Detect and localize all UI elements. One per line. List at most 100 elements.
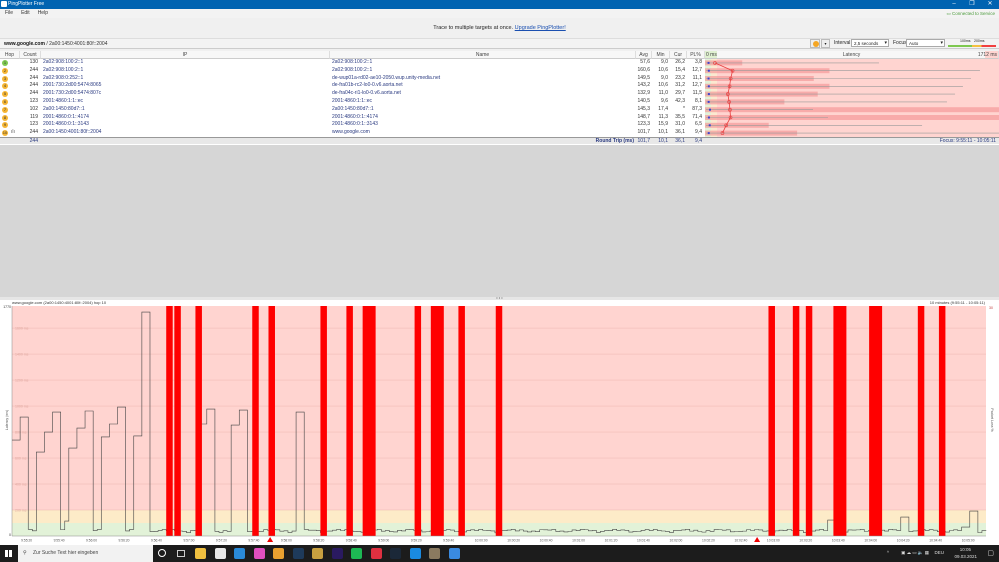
col-pl[interactable]: PL% [687,51,705,59]
chrome-icon[interactable] [273,548,284,559]
col-avg[interactable]: Avg [636,51,652,59]
cell-min: 10,1 [658,129,668,136]
packet-loss-bar [166,306,173,536]
hop-badge: 6 [2,99,8,105]
task-view-icon[interactable] [177,550,185,557]
cell-cur: 31,0 [675,121,685,128]
min-latency-marker [707,61,710,64]
app-logo-icon [1,1,7,7]
scale-100-label: 100ms [960,39,971,43]
x-tick-label: 9:59:40 [443,539,454,543]
min-latency-marker [707,69,710,72]
cell-name: 2a02:908:100:2::1 [332,66,373,73]
hop-badge: 5 [2,91,8,98]
x-tick-label: 10:00:00 [475,539,488,543]
menu-file[interactable]: File [5,10,13,16]
event-marker-icon [267,537,274,542]
x-tick-label: 10:05:00 [962,539,975,543]
cell-cur: 36,1 [675,129,685,136]
taskbar-search-input[interactable]: ⚲ Zur Suche Text hier eingeben [18,545,153,562]
col-count[interactable]: Count [20,51,41,59]
packet-loss-bar [768,306,775,536]
file-explorer-icon[interactable] [195,548,206,559]
cell-name: 2001:4860:0:1::4174 [332,113,378,120]
cell-min: 11,3 [658,113,668,120]
store-icon[interactable] [214,548,226,559]
maximize-button[interactable]: ❐ [963,0,981,9]
notification-icon[interactable]: ▢ [987,549,994,557]
x-tick-label: 9:56:00 [86,539,97,543]
col-ip[interactable]: IP [41,51,330,59]
gridline-label: 800 ms [15,431,27,435]
pause-button[interactable] [810,39,820,48]
cell-ip: 2001:730:2d00:5474:807c [43,90,102,97]
connection-status-text: Connected to Service [951,11,995,16]
language-indicator[interactable]: DEU [934,550,944,555]
col-name[interactable]: Name [330,51,636,59]
pause-icon [813,41,819,47]
x-tick-label: 10:02:20 [702,539,715,543]
latency-min-label: 0 ms [706,52,717,58]
gridline-label: 400 ms [15,483,27,487]
windows-start-icon[interactable] [5,550,12,557]
packet-loss-bar [495,306,503,536]
cell-name: www.google.com [332,129,370,136]
tray-icons[interactable]: ▣ ☁ ▭ 🔈 ▦ [901,550,929,556]
packet-loss-bar [362,306,376,536]
menu-edit[interactable]: Edit [21,10,30,16]
x-tick-label: 9:56:40 [151,539,162,543]
packet-loss-bar [195,306,202,536]
mail-icon[interactable] [234,548,245,559]
cell-avg: 160,6 [637,66,650,73]
col-min[interactable]: Min [652,51,670,59]
focus-select[interactable]: Auto [906,39,945,47]
clock-time[interactable]: 10:05 [960,547,971,552]
close-button[interactable]: ✕ [981,0,999,9]
target-address[interactable]: www.google.com / 2a00:1450:4001:80f::200… [4,39,108,49]
col-hop[interactable]: Hop [0,51,20,59]
packet-loss-bar [917,306,925,536]
graph-icon[interactable]: ılı [11,129,15,137]
upgrade-link[interactable]: Upgrade PingPlotter! [515,25,566,31]
cortana-icon[interactable] [158,549,166,557]
x-tick-label: 9:55:20 [21,539,32,543]
cell-name: 2a02:908:100:2::1 [332,59,373,65]
gridline-label: 600 ms [15,457,27,461]
hop-badge: 10 [2,130,8,137]
banner-text: Trace to multiple targets at once. [433,25,514,31]
cell-ip: 2a02:908:0:252::1 [43,74,84,81]
latency-scale-legend: 100ms 200ms [948,39,996,48]
teamviewer-icon[interactable] [409,548,421,559]
settings-app-icon[interactable] [429,548,440,559]
lightroom-icon[interactable] [292,548,304,559]
app-icon[interactable] [312,548,323,559]
pause-dropdown-button[interactable]: ▾ [821,39,830,48]
cell-count: 244 [29,129,38,136]
x-tick-label: 10:04:20 [897,539,910,543]
cell-ip: 2a00:1450:80d7::1 [43,105,85,112]
summary-pl: 9,4 [695,138,702,144]
cell-pl: 11,1 [692,74,702,81]
minimize-button[interactable]: – [945,0,963,9]
col-cur[interactable]: Cur [670,51,687,59]
x-tick-label: 9:57:00 [183,539,194,543]
photos-icon[interactable] [253,548,265,559]
cell-avg: 101,7 [637,129,650,136]
menu-help[interactable]: Help [38,10,48,16]
packet-loss-bar [320,306,327,536]
tray-chevron-icon[interactable]: ^ [887,550,889,555]
hop-badge: 2 [2,67,8,74]
bolt-icon[interactable] [370,548,382,559]
cell-pl: 12,7 [692,66,702,73]
min-latency-marker [707,85,710,88]
clock-date[interactable]: 09.03.2021 [954,554,977,559]
pingplotter-icon[interactable] [448,548,460,559]
cell-count: 123 [29,121,38,128]
interval-select[interactable]: 2,5 seconds [851,39,889,47]
cell-cur: * [683,105,685,112]
packet-loss-bar [833,306,847,536]
spotify-icon[interactable] [351,548,362,559]
premiere-icon[interactable] [331,548,343,559]
steam-icon[interactable] [390,548,401,559]
col-latency[interactable]: 0 ms Latency 1712 ms [705,51,999,59]
